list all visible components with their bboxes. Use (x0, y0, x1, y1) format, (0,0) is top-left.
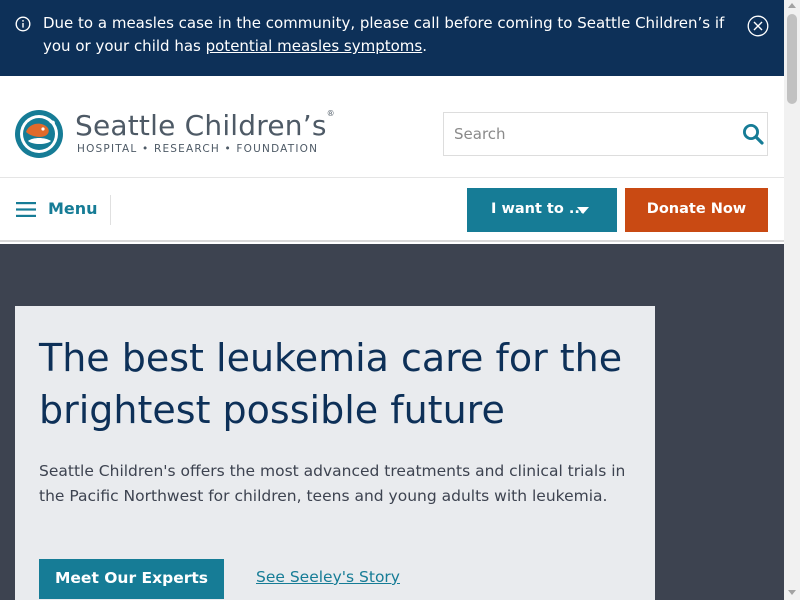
caret-down-icon (577, 207, 589, 214)
logo-wordmark[interactable]: Seattle Children’s® (75, 109, 335, 142)
hamburger-icon (16, 202, 36, 217)
hero-description: Seattle Children's offers the most advan… (39, 462, 626, 505)
menu-button[interactable]: Menu (14, 178, 110, 240)
search-box (443, 112, 768, 156)
nav-divider (110, 195, 111, 225)
info-icon (15, 16, 31, 32)
hero-section: The best leukemia care for the brightest… (0, 244, 784, 600)
page-scrollbar[interactable] (784, 0, 800, 600)
main-nav: Menu I want to ... Donate Now (0, 178, 784, 242)
alert-message: Due to a measles case in the community, … (43, 12, 743, 58)
hero-card: The best leukemia care for the brightest… (15, 306, 655, 600)
site-header: Seattle Children’s® HOSPITAL • RESEARCH … (0, 76, 784, 178)
search-icon[interactable] (742, 123, 764, 145)
donate-button[interactable]: Donate Now (625, 188, 768, 232)
registered-mark: ® (326, 109, 335, 118)
logo-tagline: HOSPITAL • RESEARCH • FOUNDATION (77, 143, 319, 155)
seeleys-story-link[interactable]: See Seeley's Story (256, 568, 400, 586)
scrollbar-thumb[interactable] (787, 14, 797, 104)
scroll-down-arrow-icon[interactable] (788, 590, 796, 595)
close-icon[interactable] (747, 15, 769, 37)
measles-symptoms-link[interactable]: potential measles symptoms (206, 37, 423, 55)
whale-logo-icon[interactable] (14, 109, 64, 159)
hero-title: The best leukemia care for the brightest… (39, 336, 623, 432)
meet-our-experts-button[interactable]: Meet Our Experts (39, 559, 224, 599)
search-input[interactable] (444, 113, 734, 155)
i-want-to-label: I want to ... (491, 201, 586, 217)
meet-our-experts-label: Meet Our Experts (55, 569, 208, 587)
menu-label: Menu (48, 199, 98, 218)
alert-message-end: . (422, 37, 428, 55)
scroll-up-arrow-icon[interactable] (788, 3, 796, 8)
logo-name-text: Seattle Children’s (75, 109, 327, 142)
alert-banner: Due to a measles case in the community, … (0, 0, 784, 76)
donate-label: Donate Now (646, 201, 747, 217)
i-want-to-dropdown[interactable]: I want to ... (467, 188, 617, 232)
